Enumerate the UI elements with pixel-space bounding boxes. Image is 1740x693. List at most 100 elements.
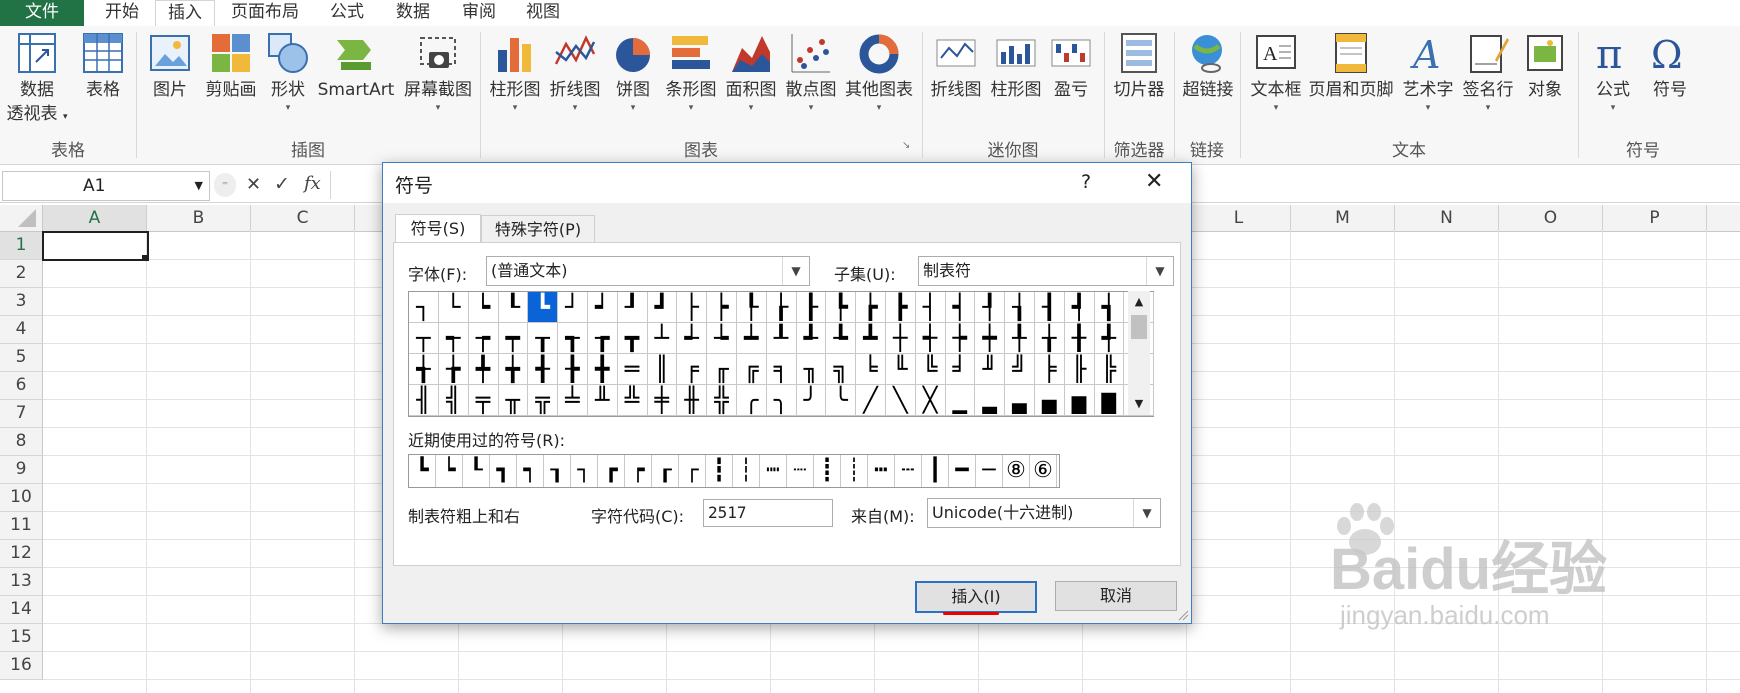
symbol-cell[interactable]: ╝ [1005, 354, 1035, 385]
symbol-cell[interactable]: ╦ [528, 385, 559, 416]
symbol-cell[interactable]: ┝ [707, 292, 737, 323]
column-header-n[interactable]: N [1395, 205, 1499, 231]
symbol-cell[interactable]: ┹ [796, 323, 827, 354]
symbol-cell[interactable]: ┽ [915, 323, 946, 354]
recent-symbol-cell[interactable]: ┑ [517, 455, 544, 487]
symbol-cell[interactable]: ╜ [975, 354, 1006, 385]
symbol-cell[interactable]: ╓ [707, 354, 737, 385]
tab-home[interactable]: 开始 [90, 0, 154, 26]
symbol-cell[interactable]: ╗ [826, 354, 857, 385]
screenshot-button[interactable]: 屏幕截图 ▾ [400, 30, 476, 114]
symbol-cell[interactable]: ┿ [975, 323, 1006, 354]
pie-chart-button[interactable]: 饼图 ▾ [608, 30, 658, 114]
symbol-cell[interactable]: ┥ [945, 292, 976, 323]
symbol-cell[interactable]: ╖ [796, 354, 827, 385]
symbol-cell[interactable]: ┬ [409, 323, 439, 354]
select-all-corner[interactable] [0, 205, 43, 231]
object-button[interactable]: 对象 [1518, 30, 1572, 102]
symbol-cell[interactable]: ╊ [558, 354, 588, 385]
symbol-cell[interactable]: ╀ [1005, 323, 1035, 354]
symbol-cell[interactable]: ├ [677, 292, 708, 323]
column-header-a[interactable]: A [43, 205, 147, 233]
active-cell-a1[interactable] [42, 231, 149, 261]
fill-handle[interactable] [142, 255, 147, 260]
recent-symbol-cell[interactable]: ┈ [787, 455, 814, 487]
recent-symbol-cell[interactable]: ━ [949, 455, 976, 487]
column-header-l[interactable]: L [1187, 205, 1291, 231]
sparkline-column-button[interactable]: 柱形图 [986, 30, 1046, 102]
symbol-cell[interactable]: ╱ [856, 385, 886, 416]
symbol-cell[interactable]: ┡ [826, 292, 857, 323]
symbol-cell[interactable]: ╠ [1094, 354, 1125, 385]
symbol-cell[interactable]: ┵ [677, 323, 708, 354]
symbol-cell[interactable]: ▄ [1034, 385, 1065, 416]
recent-symbol-cell[interactable]: ┓ [490, 455, 517, 487]
symbol-cell[interactable]: ╥ [498, 385, 529, 416]
symbol-cell[interactable]: ╣ [438, 385, 469, 416]
symbol-cell[interactable]: ╃ [1094, 323, 1125, 354]
row-header-8[interactable]: 8 [0, 428, 43, 456]
row-header-9[interactable]: 9 [0, 456, 43, 484]
symbol-cell[interactable]: ╪ [647, 385, 678, 416]
insert-function-icon[interactable]: fx [304, 173, 321, 194]
tab-page-layout[interactable]: 页面布局 [222, 0, 308, 26]
symbol-cell[interactable]: ╂ [1064, 323, 1095, 354]
tab-file[interactable]: 文件 [0, 0, 84, 26]
symbol-cell[interactable]: ╒ [677, 354, 708, 385]
symbol-cell[interactable]: ┖ [498, 292, 529, 323]
scroll-thumb[interactable] [1131, 315, 1147, 339]
symbol-cell[interactable]: ▆ [1094, 385, 1125, 416]
symbol-cell[interactable]: ╳ [915, 385, 946, 416]
symbol-grid-scrollbar[interactable]: ▲ ▼ [1128, 291, 1150, 415]
row-header-4[interactable]: 4 [0, 316, 43, 344]
symbol-cell[interactable]: ┩ [1064, 292, 1095, 323]
recent-symbol-cell[interactable]: ─ [976, 455, 1003, 487]
help-icon[interactable]: ? [1081, 171, 1091, 193]
symbol-cell[interactable]: ┪ [1094, 292, 1125, 323]
recent-symbol-cell[interactable]: ┗ [409, 455, 436, 487]
symbol-cell[interactable]: ┰ [528, 323, 559, 354]
symbol-cell[interactable]: ┟ [766, 292, 797, 323]
symbol-cell[interactable]: ┴ [647, 323, 678, 354]
row-header-2[interactable]: 2 [0, 260, 43, 288]
row-header-1[interactable]: 1 [0, 232, 43, 260]
picture-button[interactable]: 图片 [144, 30, 196, 102]
other-charts-button[interactable]: 其他图表 ▾ [842, 30, 916, 114]
symbol-cell[interactable]: ┞ [736, 292, 767, 323]
row-header-6[interactable]: 6 [0, 372, 43, 400]
recent-symbol-cell[interactable]: ⑧ [1003, 455, 1030, 487]
clip-art-button[interactable]: 剪贴画 [200, 30, 262, 102]
symbol-cell[interactable]: ║ [647, 354, 678, 385]
symbol-cell[interactable]: ╋ [587, 354, 618, 385]
chevron-down-icon[interactable]: ▼ [782, 257, 809, 285]
cancel-entry-icon[interactable]: ✕ [246, 174, 261, 195]
row-header-11[interactable]: 11 [0, 512, 43, 540]
bar-chart-button[interactable]: 条形图 ▾ [662, 30, 720, 114]
row-header-12[interactable]: 12 [0, 540, 43, 568]
symbol-cell[interactable]: ▅ [1064, 385, 1095, 416]
symbol-cell[interactable]: ╬ [707, 385, 737, 416]
tab-review[interactable]: 审阅 [450, 0, 508, 26]
symbol-cell[interactable]: ┢ [856, 292, 886, 323]
symbol-cell[interactable]: ┘ [558, 292, 588, 323]
recent-symbol-cell[interactable]: ┌ [679, 455, 706, 487]
signature-line-button[interactable]: 签名行 ▾ [1458, 30, 1518, 114]
smartart-button[interactable]: SmartArt [316, 30, 396, 102]
symbol-cell[interactable]: ╛ [945, 354, 976, 385]
slicer-button[interactable]: 切片器 [1108, 30, 1170, 102]
symbol-cell[interactable]: ▃ [1005, 385, 1035, 416]
row-header-14[interactable]: 14 [0, 596, 43, 624]
symbol-cell[interactable]: ┸ [766, 323, 797, 354]
char-code-input[interactable]: 2517 [703, 499, 833, 527]
symbol-cell[interactable]: ┦ [975, 292, 1006, 323]
line-chart-button[interactable]: 折线图 ▾ [546, 30, 604, 114]
dialog-title-bar[interactable]: 符号 ? ✕ [383, 163, 1191, 203]
symbol-cell[interactable]: ╩ [617, 385, 648, 416]
sparkline-winloss-button[interactable]: 盈亏 [1046, 30, 1096, 102]
symbol-cell[interactable]: ┕ [468, 292, 499, 323]
font-select[interactable]: (普通文本) ▼ [486, 256, 810, 286]
scatter-chart-button[interactable]: 散点图 ▾ [782, 30, 840, 114]
recent-symbol-cell[interactable]: ┃ [922, 455, 949, 487]
recent-symbol-cell[interactable]: ┖ [463, 455, 490, 487]
recent-symbol-cell[interactable]: ┆ [733, 455, 760, 487]
